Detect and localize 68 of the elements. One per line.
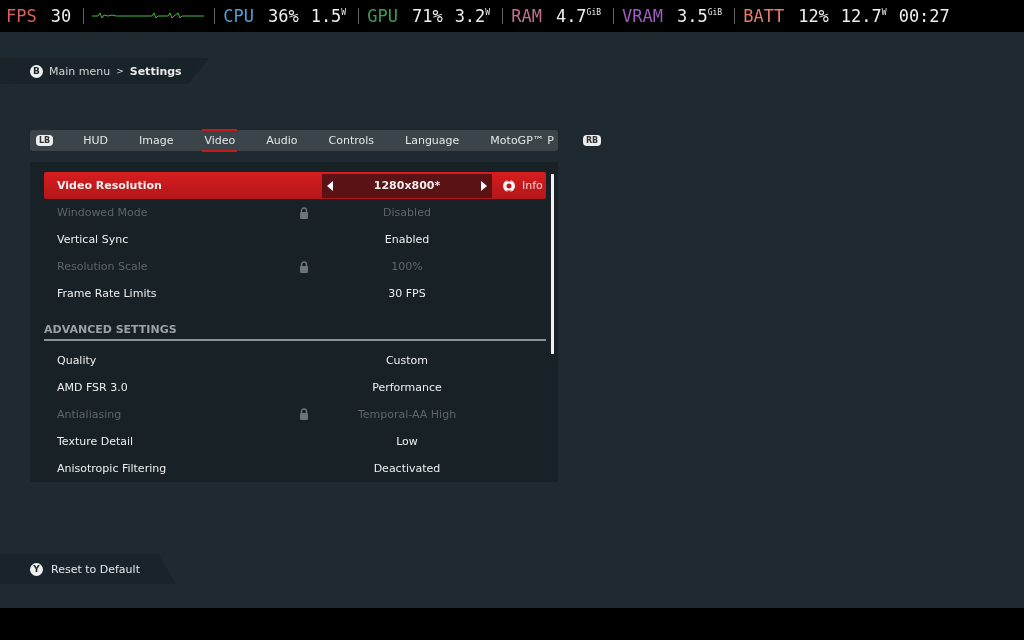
- tab[interactable]: Language: [403, 129, 462, 152]
- stick-button-icon: [502, 178, 516, 193]
- stat-label: FPS: [6, 6, 37, 26]
- lock-icon: [299, 408, 309, 421]
- tab[interactable]: Audio: [264, 129, 300, 152]
- setting-label: Texture Detail: [56, 434, 135, 448]
- tab[interactable]: MotoGP™ P: [488, 129, 556, 152]
- b-button-glyph: B: [30, 64, 43, 78]
- setting-row[interactable]: Frame Rate Limits 30 FPS: [44, 280, 546, 308]
- setting-value: Custom: [384, 353, 430, 367]
- stat-value: 1.5$^{W}$: [310, 6, 347, 26]
- setting-row[interactable]: Quality Custom: [44, 346, 546, 374]
- tab[interactable]: Image: [137, 129, 176, 152]
- stat-value: 12%: [798, 6, 829, 26]
- setting-value: Performance: [371, 380, 443, 394]
- reset-button[interactable]: Reset to Default: [51, 562, 140, 576]
- lock-icon: [299, 206, 309, 219]
- setting-value: Enabled: [383, 233, 431, 247]
- breadcrumb-separator: >: [116, 66, 124, 76]
- setting-row[interactable]: Anisotropic Filtering Deactivated: [44, 454, 546, 482]
- stat-value: 71%: [411, 6, 443, 26]
- setting-value: 30 FPS: [387, 287, 427, 301]
- stat-value: 30: [50, 6, 72, 26]
- setting-label: AMD FSR 3.0: [56, 380, 129, 394]
- setting-label: Frame Rate Limits: [56, 287, 158, 301]
- tab[interactable]: Controls: [326, 129, 377, 152]
- setting-label: Anisotropic Filtering: [56, 461, 168, 475]
- setting-label: Windowed Mode: [56, 206, 149, 220]
- stat-value: 3.2$^{W}$: [454, 6, 491, 26]
- setting-label: Antialiasing: [56, 407, 123, 421]
- value-selector[interactable]: 1280x800*: [322, 173, 492, 198]
- stat-label: GPU: [367, 6, 398, 26]
- right-arrow-icon[interactable]: [481, 180, 487, 191]
- setting-value: Disabled: [382, 206, 432, 220]
- setting-value: Temporal-AA High: [356, 407, 458, 421]
- stat-value: 4.7$^{GiB}$: [555, 6, 602, 26]
- setting-value: 100%: [390, 260, 424, 274]
- setting-row[interactable]: Video Resolution 1280x800* Info: [44, 172, 546, 200]
- lb-button-glyph[interactable]: LB: [36, 135, 54, 146]
- stat-value: 36%: [267, 6, 299, 26]
- stat-value: 12.7$^{W}$: [840, 6, 887, 26]
- setting-row[interactable]: Vertical Sync Enabled: [44, 226, 546, 254]
- left-arrow-icon[interactable]: [327, 180, 333, 191]
- setting-label: Vertical Sync: [56, 233, 130, 247]
- tab[interactable]: Video: [202, 129, 238, 152]
- stat-value: 3.5$^{GiB}$: [677, 6, 723, 26]
- info-hint[interactable]: Info: [522, 179, 543, 193]
- y-button-glyph: Y: [30, 562, 43, 576]
- stat-label: RAM: [511, 6, 542, 26]
- setting-value: Low: [395, 434, 419, 448]
- setting-value: 1280x800*: [373, 179, 441, 193]
- lock-icon: [299, 260, 309, 273]
- setting-label: Resolution Scale: [56, 260, 149, 274]
- tab[interactable]: HUD: [81, 129, 110, 152]
- stat-label: CPU: [223, 6, 254, 26]
- breadcrumb-link[interactable]: Main menu: [49, 64, 111, 78]
- stat-label: BATT: [743, 6, 785, 26]
- setting-value: Deactivated: [372, 461, 442, 475]
- setting-label: Video Resolution: [56, 179, 163, 193]
- scrollbar-thumb[interactable]: [551, 174, 554, 354]
- stat-value: 00:27: [898, 6, 950, 26]
- setting-label: Quality: [56, 353, 98, 367]
- setting-row[interactable]: Texture Detail Low: [44, 427, 546, 455]
- setting-row[interactable]: AMD FSR 3.0 Performance: [44, 373, 546, 401]
- rb-button-glyph[interactable]: RB: [582, 135, 602, 146]
- stat-label: VRAM: [622, 6, 663, 26]
- breadcrumb-current: Settings: [129, 64, 182, 78]
- section-heading: ADVANCED SETTINGS: [44, 307, 546, 341]
